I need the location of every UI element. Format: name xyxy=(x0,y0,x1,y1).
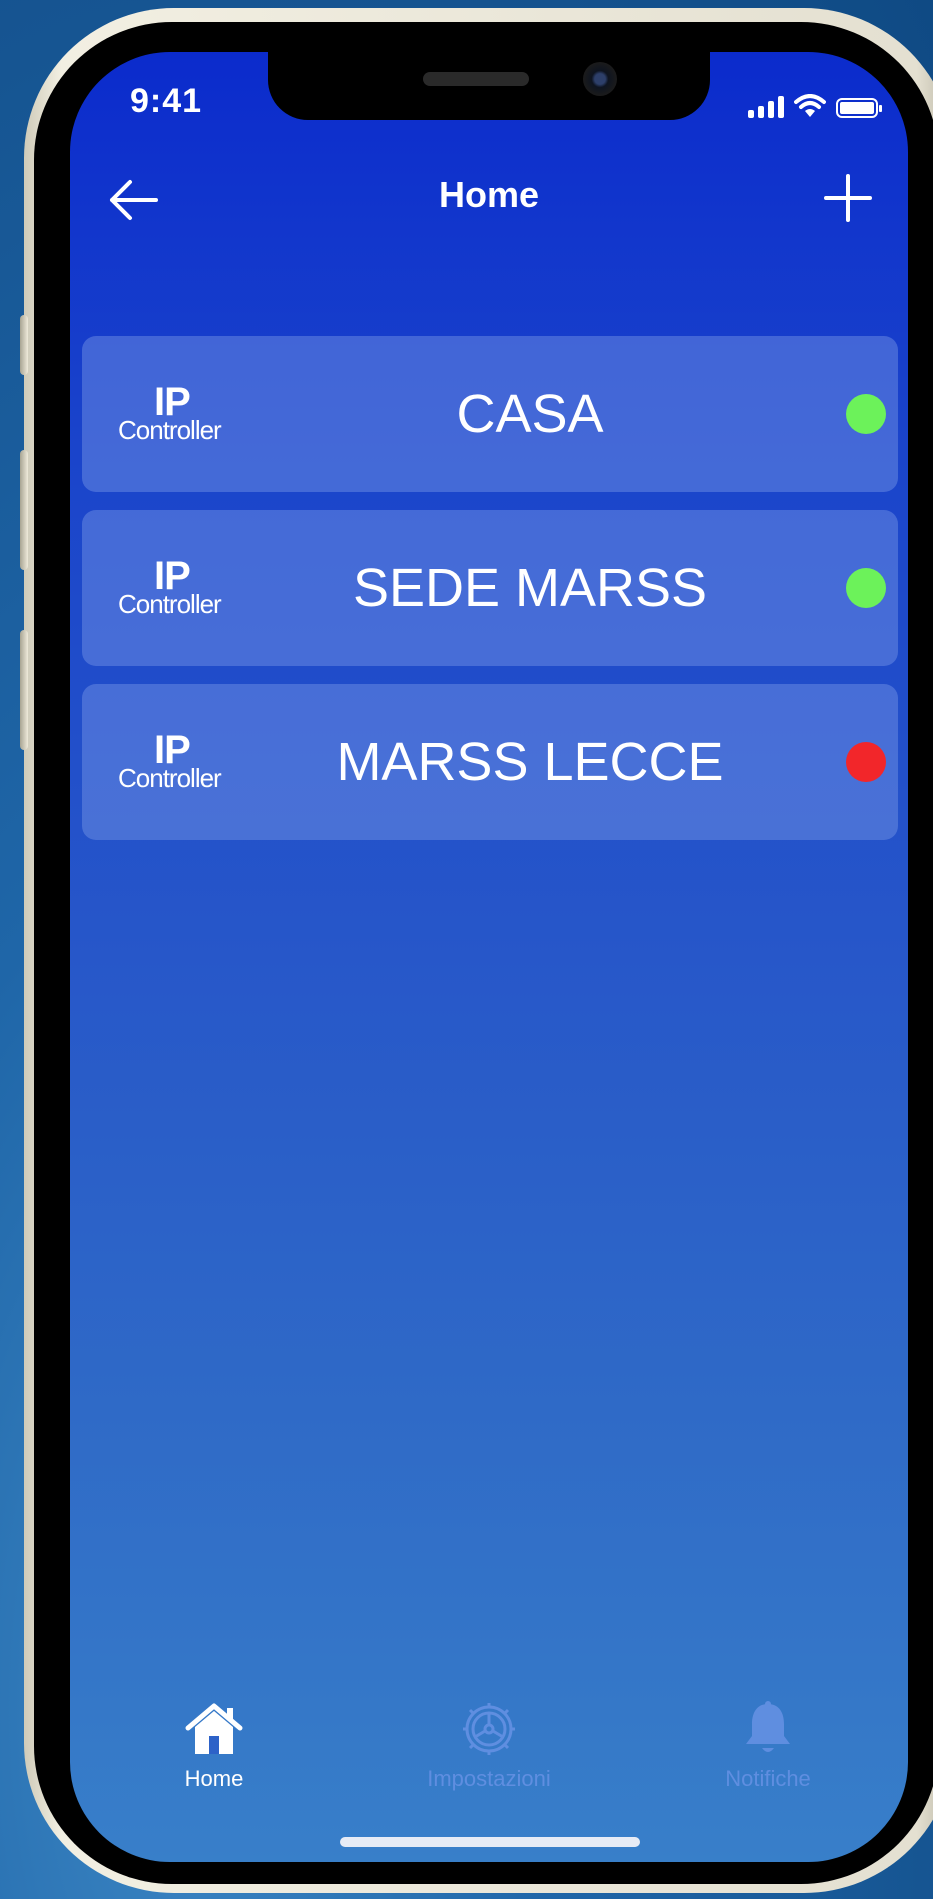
page-title: Home xyxy=(438,174,540,215)
wifi-icon xyxy=(794,94,826,117)
status-indicator xyxy=(846,568,886,608)
side-button-mute xyxy=(20,315,28,375)
status-indicator xyxy=(846,394,886,434)
notch xyxy=(268,52,710,120)
tab-home[interactable]: Home xyxy=(124,1700,304,1792)
side-button-volume-down xyxy=(20,630,28,750)
house-icon xyxy=(185,1703,243,1754)
tab-home-label: Home xyxy=(184,1766,244,1791)
device-name: SEDE MARSS xyxy=(352,558,708,618)
tab-impostazioni[interactable]: Impostazioni xyxy=(399,1700,579,1792)
device-name: CASA xyxy=(456,384,604,444)
ip-controller-logo: IP Controller xyxy=(118,730,238,792)
device-name: MARSS LECCE xyxy=(336,732,724,792)
front-camera xyxy=(583,62,617,96)
logo-controller-text: Controller xyxy=(118,415,222,445)
logo-controller-text: Controller xyxy=(118,589,222,619)
ip-controller-logo: IP Controller xyxy=(118,382,238,444)
app-screen: 9:41 Home IP Controller CASA IP Controll… xyxy=(70,52,908,1862)
side-button-volume-up xyxy=(20,450,28,570)
home-indicator[interactable] xyxy=(340,1837,640,1847)
battery-icon xyxy=(836,98,882,118)
add-icon[interactable] xyxy=(822,172,874,224)
ip-controller-logo: IP Controller xyxy=(118,556,238,618)
logo-controller-text: Controller xyxy=(118,763,222,793)
status-icons xyxy=(748,88,882,118)
device-card[interactable]: IP Controller SEDE MARSS xyxy=(82,510,898,666)
bell-icon xyxy=(746,1701,790,1752)
tab-impostazioni-label: Impostazioni xyxy=(427,1766,551,1791)
device-card[interactable]: IP Controller CASA xyxy=(82,336,898,492)
tab-notifiche[interactable]: Notifiche xyxy=(678,1700,858,1792)
tab-notifiche-label: Notifiche xyxy=(725,1766,811,1791)
signal-icon xyxy=(748,96,784,118)
device-card[interactable]: IP Controller MARSS LECCE xyxy=(82,684,898,840)
status-time: 9:41 xyxy=(130,82,203,120)
gear-icon xyxy=(463,1703,515,1755)
status-indicator xyxy=(846,742,886,782)
speaker-grille xyxy=(423,72,529,86)
